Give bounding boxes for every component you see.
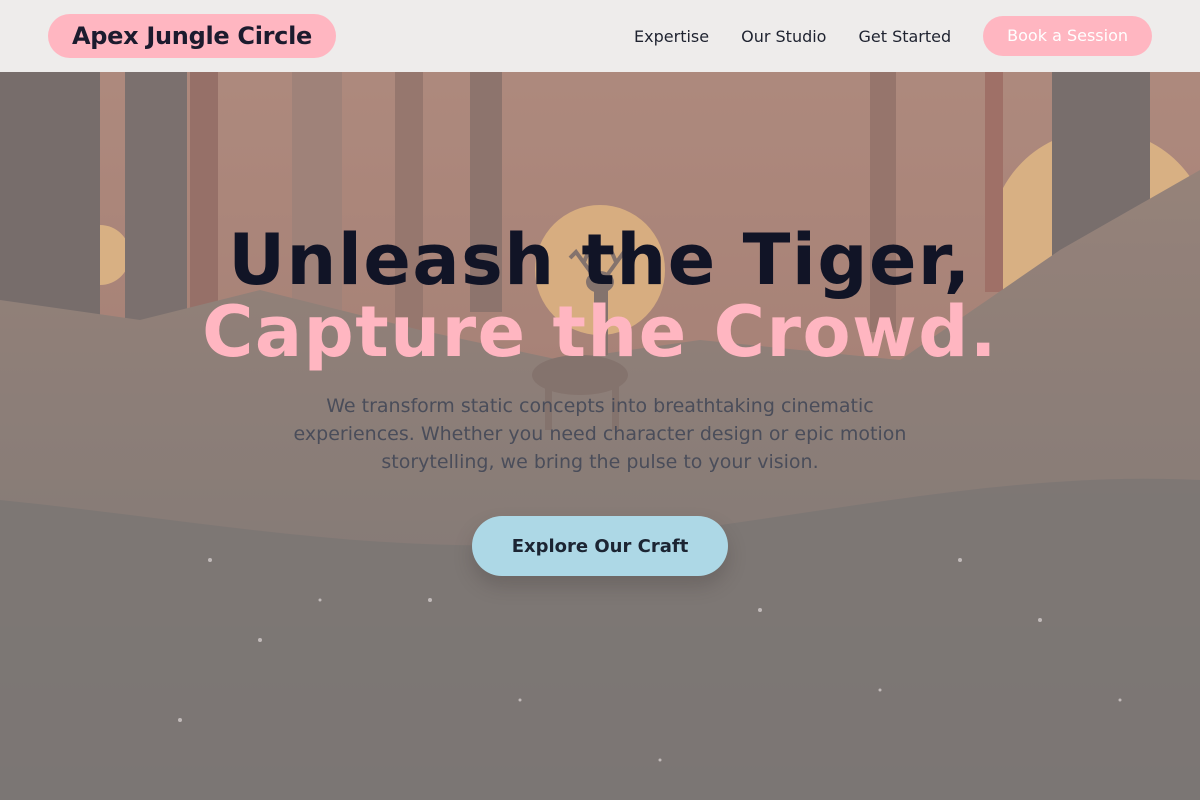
book-session-button[interactable]: Book a Session xyxy=(983,16,1152,56)
hero-title-line1: Unleash the Tiger, xyxy=(228,219,972,301)
nav-link-our-studio[interactable]: Our Studio xyxy=(741,27,826,46)
nav-link-get-started[interactable]: Get Started xyxy=(858,27,951,46)
brand-logo[interactable]: Apex Jungle Circle xyxy=(48,14,337,58)
hero-title-line2: Capture the Crowd. xyxy=(202,291,998,373)
hero-section: Unleash the Tiger, Capture the Crowd. We… xyxy=(0,72,1200,800)
hero-subtitle: We transform static concepts into breath… xyxy=(293,395,907,473)
site-header: Apex Jungle Circle Expertise Our Studio … xyxy=(0,0,1200,72)
nav-link-expertise[interactable]: Expertise xyxy=(634,27,709,46)
main-nav: Expertise Our Studio Get Started Book a … xyxy=(602,16,1152,56)
explore-craft-button[interactable]: Explore Our Craft xyxy=(472,516,728,576)
